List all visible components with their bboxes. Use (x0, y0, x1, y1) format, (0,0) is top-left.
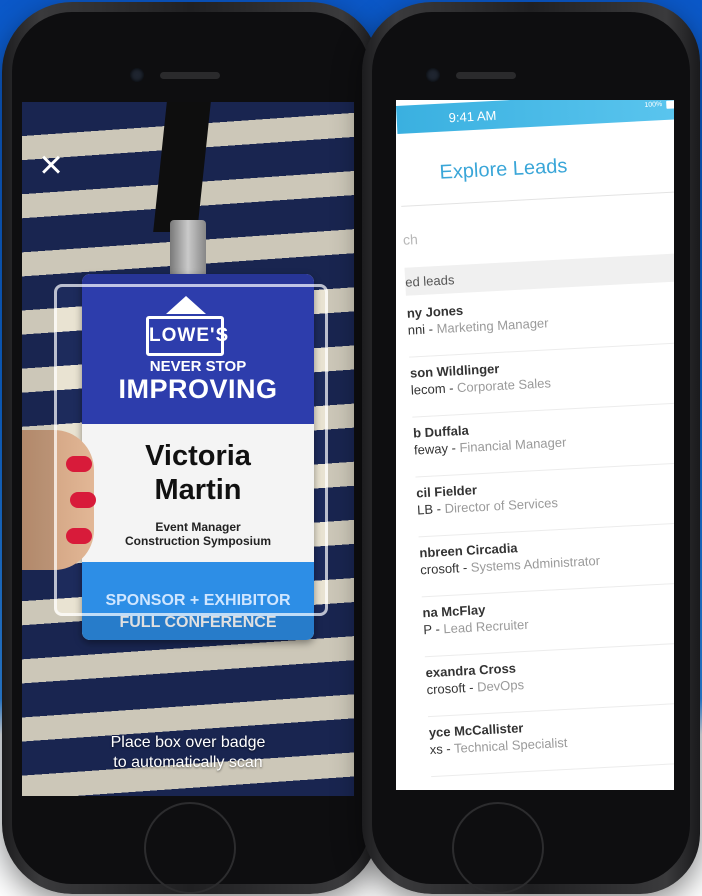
lead-role: Lead Recruiter (443, 616, 529, 637)
status-time: 9:41 AM (448, 107, 497, 126)
lead-name: cil Fielder (415, 482, 478, 501)
lead-name: ny Jones (406, 302, 464, 321)
close-icon[interactable]: × (34, 145, 68, 185)
lead-role: Financial Manager (459, 434, 567, 456)
section-label: ed leads (404, 272, 455, 290)
page-title: Explore Leads (438, 155, 568, 184)
lead-detail: crosoft - DevOps (426, 677, 525, 698)
lead-company: nni (407, 321, 426, 338)
earpiece-speaker (456, 72, 516, 79)
lanyard (153, 102, 211, 232)
front-camera (130, 68, 144, 82)
lead-role: Corporate Sales (456, 375, 552, 396)
lead-role: Technical Specialist (453, 734, 568, 756)
scan-hint-line1: Place box over badge (110, 734, 266, 751)
home-button[interactable] (452, 802, 544, 894)
badge-clip (170, 220, 206, 280)
lead-role: Director of Services (444, 495, 559, 516)
divider (431, 760, 674, 778)
lead-role: Marketing Manager (436, 315, 549, 337)
lead-role: DevOps (476, 677, 525, 695)
lead-name: b Duffala (412, 422, 470, 441)
lead-company: P (423, 621, 433, 638)
badge-banner-line2: FULL CONFERENCE (119, 614, 277, 631)
battery-icon (666, 100, 674, 109)
badge-scanner-screen: LOWE'S NEVER STOP IMPROVING Victoria Mar… (22, 102, 354, 796)
lead-company: crosoft (419, 560, 460, 578)
explore-leads-screen: 9:41 AM 100% Explore Leads ch ed leads n… (396, 100, 674, 790)
status-bar: 9:41 AM 100% (396, 100, 674, 134)
search-input[interactable]: ch (402, 204, 674, 258)
scan-frame (54, 284, 328, 616)
search-placeholder: ch (402, 231, 419, 248)
scan-hint-line2: to automatically scan (113, 754, 263, 771)
earpiece-speaker (160, 72, 220, 79)
leads-content: 9:41 AM 100% Explore Leads ch ed leads n… (396, 100, 674, 790)
front-camera (426, 68, 440, 82)
lead-company: feway (413, 440, 449, 458)
battery-percent: 100% (644, 101, 663, 109)
home-button[interactable] (144, 802, 236, 894)
divider (401, 190, 674, 207)
lead-detail: P - Lead Recruiter (423, 616, 529, 638)
lead-company: xs (429, 741, 444, 758)
lead-company: lecom (410, 380, 446, 398)
lead-company: LB (416, 501, 434, 518)
lead-name: na McFlay (422, 602, 486, 621)
lead-company: crosoft (426, 680, 466, 698)
